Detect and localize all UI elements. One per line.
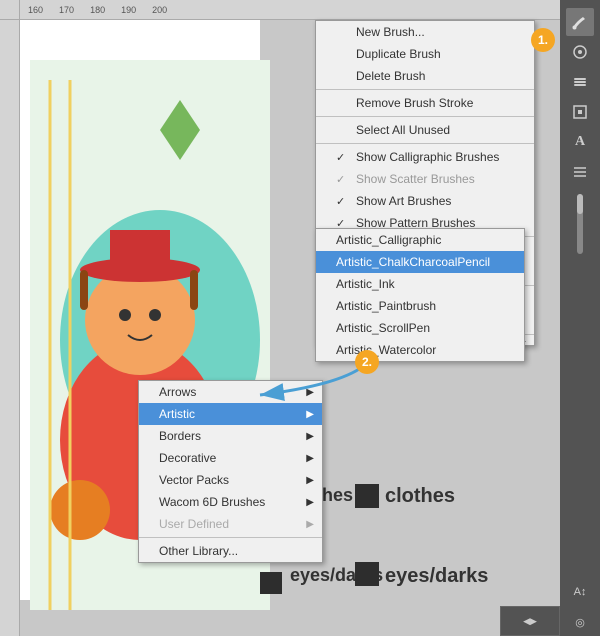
sub1-other-library[interactable]: Other Library... [139,540,322,562]
ruler-left [0,20,20,636]
menu-item-show-scatter[interactable]: ✓ Show Scatter Brushes [316,168,534,190]
sub1-user-defined: User Defined ▶ [139,513,322,535]
submenu-arrow-artistic: ▶ [306,409,314,420]
sub2-paintbrush[interactable]: Artistic_Paintbrush [316,295,524,317]
submenu-arrow-arrows: ▶ [306,387,314,398]
clothes-canvas-label: clothes [385,485,455,508]
transform-icon[interactable] [566,98,594,126]
sub1-vector-packs[interactable]: Vector Packs ▶ [139,469,322,491]
color-swatch-eyes [260,572,282,594]
submenu-arrow-borders: ▶ [306,431,314,442]
sub1-artistic[interactable]: Artistic ▶ [139,403,322,425]
separator-1 [316,89,534,90]
special-icon[interactable]: ◎ [566,608,594,636]
ruler-tick: 170 [51,5,82,15]
preview-panel: ◀▶ [500,606,560,636]
menu-item-select-all-unused[interactable]: Select All Unused [316,119,534,141]
submenu-arrow-decorative: ▶ [306,453,314,464]
ruler-top: 160 170 180 190 200 [20,0,560,20]
align-icon[interactable] [566,158,594,186]
sub1-wacom[interactable]: Wacom 6D Brushes ▶ [139,491,322,513]
sub2-watercolor[interactable]: Artistic_Watercolor [316,339,524,361]
submenu-arrow-vector: ▶ [306,475,314,486]
ruler-tick: 200 [144,5,175,15]
right-panel: A A↕ ◎ [560,0,600,636]
menu-item-duplicate-brush[interactable]: Duplicate Brush [316,43,534,65]
sub2-chalk-charcoal[interactable]: Artistic_ChalkCharcoalPencil [316,251,524,273]
ruler-tick: 190 [113,5,144,15]
separator-3 [316,143,534,144]
menu-item-new-brush[interactable]: New Brush... [316,21,534,43]
context-menu-sub1: Arrows ▶ Artistic ▶ Borders ▶ Decorative… [138,380,323,563]
sub2-scroll-pen[interactable]: Artistic_ScrollPen [316,317,524,339]
menu-item-show-art[interactable]: ✓ Show Art Brushes [316,190,534,212]
ruler-tick: 180 [82,5,113,15]
sub2-ink[interactable]: Artistic_Ink [316,273,524,295]
menu-item-remove-brush-stroke[interactable]: Remove Brush Stroke [316,92,534,114]
type-icon[interactable]: A [566,128,594,156]
sub1-decorative[interactable]: Decorative ▶ [139,447,322,469]
menu-item-show-calligraphic[interactable]: ✓ Show Calligraphic Brushes [316,146,534,168]
type-icon-2[interactable]: A↕ [566,578,594,606]
submenu-arrow-user: ▶ [306,519,314,530]
separator-2 [316,116,534,117]
swatch-clothes [355,484,379,508]
sub1-borders[interactable]: Borders ▶ [139,425,322,447]
context-menu-sub2: Artistic_Calligraphic Artistic_ChalkChar… [315,228,525,362]
layers-icon[interactable] [566,68,594,96]
sub1-arrows[interactable]: Arrows ▶ [139,381,322,403]
brush-tool-icon[interactable] [566,8,594,36]
ruler-tick: 160 [20,5,51,15]
scrollbar-area [566,210,594,238]
sub2-calligraphic[interactable]: Artistic_Calligraphic [316,229,524,251]
selection-icon[interactable] [566,38,594,66]
sub1-separator [139,537,322,538]
submenu-arrow-wacom: ▶ [306,497,314,508]
eyes-darks-canvas-label: eyes/darks [385,565,488,588]
ruler-corner [0,0,20,20]
swatch-eyes [355,562,379,586]
menu-item-delete-brush[interactable]: Delete Brush [316,65,534,87]
